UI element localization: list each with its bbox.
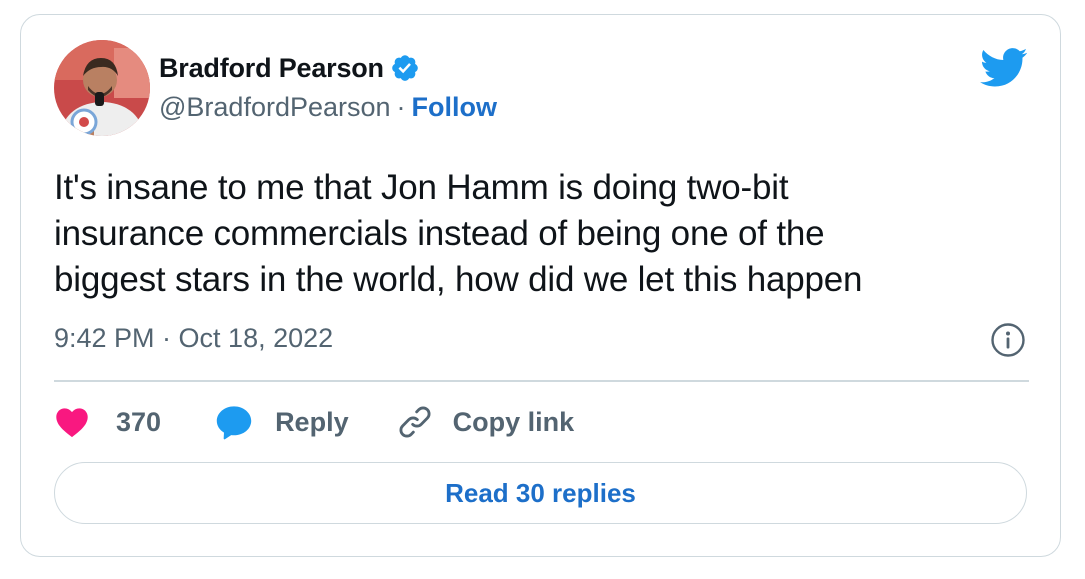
separator-dot: · (396, 91, 406, 122)
heart-icon (56, 408, 88, 438)
like-button[interactable]: 370 (54, 406, 161, 438)
avatar[interactable] (54, 40, 150, 136)
divider (54, 380, 1029, 382)
link-icon (399, 406, 431, 438)
twitter-bird-icon[interactable] (980, 48, 1028, 88)
author-name-row: Bradford Pearson (159, 51, 497, 85)
copy-link-label: Copy link (452, 406, 575, 437)
info-icon[interactable] (990, 322, 1026, 358)
copy-link-button[interactable]: Copy link (395, 402, 575, 442)
verified-badge-icon (390, 53, 420, 83)
read-replies-button[interactable]: Read 30 replies (54, 462, 1027, 524)
author-handle[interactable]: @BradfordPearson (159, 92, 391, 123)
tweet-card: Bradford Pearson @BradfordPearson · Foll… (20, 14, 1061, 557)
reply-label: Reply (275, 406, 349, 437)
tweet-timestamp[interactable]: 9:42 PM · Oct 18, 2022 (54, 323, 333, 354)
author-name[interactable]: Bradford Pearson (159, 53, 384, 84)
tweet-text: It's insane to me that Jon Hamm is doing… (54, 168, 863, 299)
like-count: 370 (116, 406, 162, 437)
author-block: Bradford Pearson @BradfordPearson · Foll… (159, 51, 497, 124)
follow-button[interactable]: Follow (412, 92, 497, 123)
action-bar: 370 Reply Copy link (54, 400, 574, 444)
speech-bubble-icon (216, 406, 252, 440)
reply-button[interactable]: Reply (215, 404, 349, 440)
author-handle-row: @BradfordPearson · Follow (159, 90, 497, 124)
